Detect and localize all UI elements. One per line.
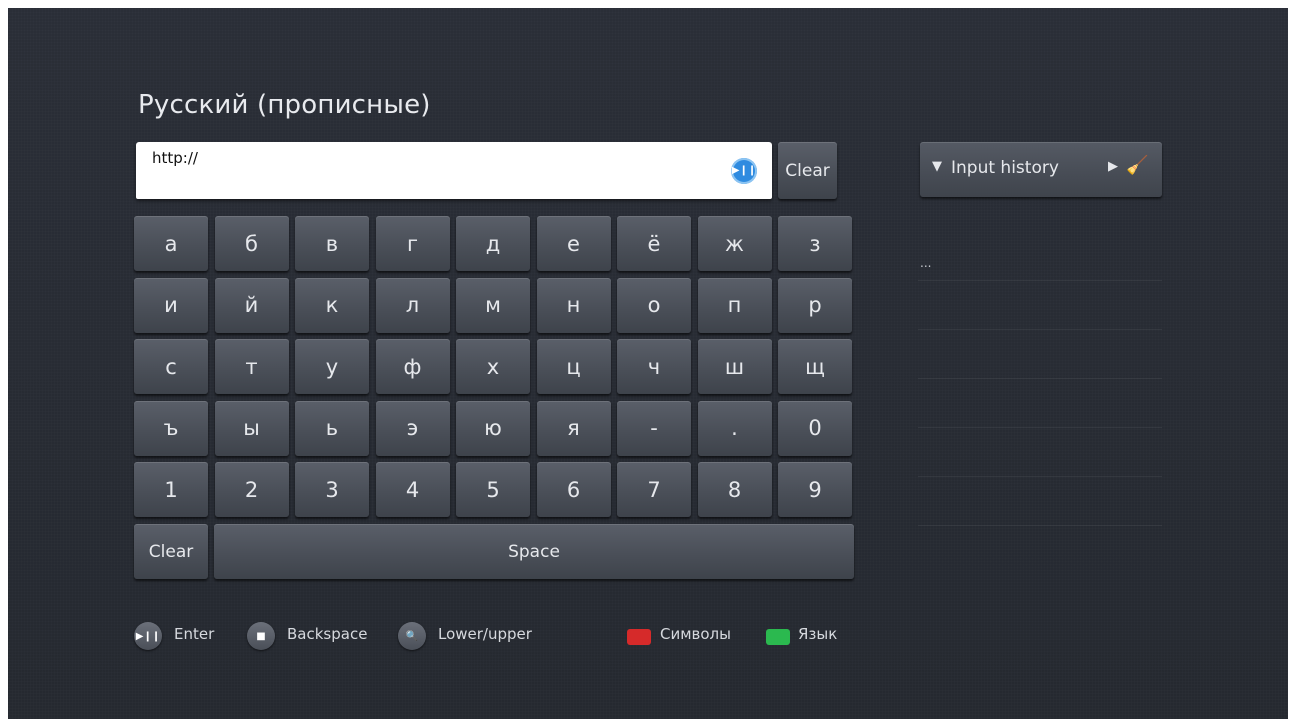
key[interactable]: б <box>214 216 289 271</box>
key[interactable]: - <box>617 400 691 456</box>
key[interactable]: т <box>214 339 289 394</box>
key[interactable]: о <box>617 277 691 333</box>
key[interactable]: м <box>456 277 530 333</box>
key[interactable]: я <box>536 400 611 456</box>
key[interactable]: 7 <box>617 462 691 517</box>
key[interactable]: 2 <box>214 462 289 517</box>
text-input[interactable]: http:// ▶❙❙ <box>136 142 772 199</box>
key[interactable]: 3 <box>295 462 369 517</box>
key[interactable]: ч <box>617 339 691 394</box>
green-key-icon <box>766 629 790 645</box>
legend-symbols: Символы <box>660 625 731 643</box>
key[interactable]: а <box>134 216 208 271</box>
legend-language: Язык <box>798 625 838 643</box>
key[interactable]: э <box>375 400 450 456</box>
stop-icon: ■ <box>247 622 275 650</box>
key[interactable]: л <box>375 277 450 333</box>
play-icon: ▶ <box>1108 159 1118 174</box>
key[interactable]: и <box>134 277 208 333</box>
key[interactable]: ы <box>214 400 289 456</box>
key[interactable]: ф <box>375 339 450 394</box>
key[interactable]: 4 <box>375 462 450 517</box>
key[interactable]: с <box>134 339 208 394</box>
input-history-button[interactable]: ▼ Input history ▶ 🧹 <box>920 142 1162 197</box>
key[interactable]: ю <box>456 400 530 456</box>
key[interactable]: е <box>536 216 611 271</box>
history-divider <box>918 378 1162 379</box>
legend-enter: Enter <box>174 625 215 643</box>
history-divider <box>918 525 1162 526</box>
legend-case: Lower/upper <box>438 625 532 643</box>
clear-input-button[interactable]: Clear <box>778 142 837 199</box>
legend-backspace: Backspace <box>287 625 368 643</box>
history-divider <box>918 329 1162 330</box>
key[interactable]: ё <box>617 216 691 271</box>
key[interactable]: 9 <box>778 462 852 517</box>
broom-clear-icon[interactable]: 🧹 <box>1126 155 1148 176</box>
keyboard-screen: Русский (прописные) http:// ▶❙❙ Clear ▼ … <box>8 8 1288 719</box>
key[interactable]: 0 <box>778 400 852 456</box>
page-title: Русский (прописные) <box>138 90 431 120</box>
dropdown-arrow-icon: ▼ <box>932 159 942 174</box>
play-pause-icon: ▶❙❙ <box>134 622 162 650</box>
key[interactable]: щ <box>778 339 852 394</box>
input-value: http:// <box>152 149 198 167</box>
history-divider <box>918 427 1162 428</box>
key[interactable]: у <box>295 339 369 394</box>
key[interactable]: ь <box>295 400 369 456</box>
key[interactable]: д <box>456 216 530 271</box>
key[interactable]: . <box>697 400 772 456</box>
key[interactable]: г <box>375 216 450 271</box>
key[interactable]: 8 <box>697 462 772 517</box>
history-divider <box>918 280 1162 281</box>
key[interactable]: 1 <box>134 462 208 517</box>
key[interactable]: ц <box>536 339 611 394</box>
key[interactable]: з <box>778 216 852 271</box>
space-key[interactable]: Space <box>214 524 854 579</box>
key[interactable]: х <box>456 339 530 394</box>
key[interactable]: 5 <box>456 462 530 517</box>
key[interactable]: н <box>536 277 611 333</box>
key[interactable]: ъ <box>134 400 208 456</box>
history-divider <box>918 476 1162 477</box>
key[interactable]: ш <box>697 339 772 394</box>
key[interactable]: й <box>214 277 289 333</box>
key[interactable]: в <box>295 216 369 271</box>
key[interactable]: к <box>295 277 369 333</box>
key[interactable]: п <box>697 277 772 333</box>
input-history-label: Input history <box>951 158 1059 178</box>
play-pause-icon[interactable]: ▶❙❙ <box>731 158 757 184</box>
key[interactable]: р <box>778 277 852 333</box>
key[interactable]: 6 <box>536 462 611 517</box>
red-key-icon <box>627 629 651 645</box>
search-icon: 🔍 <box>398 622 426 650</box>
history-item[interactable]: ... <box>920 256 931 270</box>
key[interactable]: ж <box>697 216 772 271</box>
clear-key[interactable]: Clear <box>134 524 208 579</box>
